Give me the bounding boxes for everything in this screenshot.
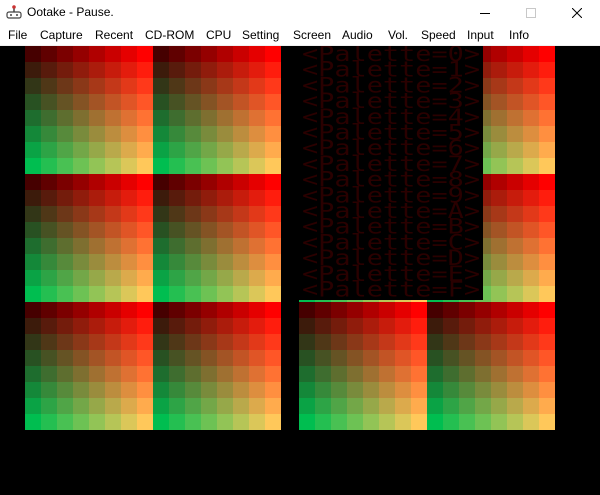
- menu-info[interactable]: Info: [509, 25, 529, 45]
- menu-cd-rom[interactable]: CD-ROM: [145, 25, 194, 45]
- window-title: Ootake - Pause.: [27, 5, 114, 19]
- palette-label: <Palette=F>: [302, 278, 480, 302]
- menu-file[interactable]: File: [8, 25, 27, 45]
- palette-block: [25, 46, 153, 174]
- menu-setting[interactable]: Setting: [242, 25, 279, 45]
- emulator-screen[interactable]: <Palette=0> <Palette=1> <Palette=2> <Palett…: [0, 46, 600, 495]
- emulator-display: <Palette=0><Palette=1><Palette=2><Palett…: [0, 46, 600, 495]
- minimize-button[interactable]: [462, 0, 508, 25]
- menu-audio[interactable]: Audio: [342, 25, 373, 45]
- palette-block: [153, 46, 281, 174]
- menu-speed[interactable]: Speed: [421, 25, 456, 45]
- screen-border: [589, 46, 600, 495]
- menu-cpu[interactable]: CPU: [206, 25, 231, 45]
- close-button[interactable]: [554, 0, 600, 25]
- title-bar: Ootake - Pause.: [0, 0, 600, 25]
- joystick-icon[interactable]: [6, 5, 22, 19]
- palette-block: [25, 174, 153, 302]
- menu-screen[interactable]: Screen: [293, 25, 331, 45]
- palette-block: [25, 302, 153, 430]
- palette-block: [153, 174, 281, 302]
- maximize-button[interactable]: [508, 0, 554, 25]
- minimize-icon: [480, 12, 490, 14]
- maximize-icon: [526, 7, 536, 18]
- palette-block: [153, 302, 281, 430]
- menu-capture[interactable]: Capture: [40, 25, 83, 45]
- palette-block: [299, 302, 427, 430]
- menu-recent[interactable]: Recent: [95, 25, 133, 45]
- menu-input[interactable]: Input: [467, 25, 494, 45]
- menu-bar: File Capture Recent CD-ROM CPU Setting S…: [0, 25, 600, 46]
- close-icon: [572, 7, 582, 18]
- palette-block: [427, 302, 555, 430]
- screen-border: [0, 46, 25, 495]
- menu-vol[interactable]: Vol.: [388, 25, 408, 45]
